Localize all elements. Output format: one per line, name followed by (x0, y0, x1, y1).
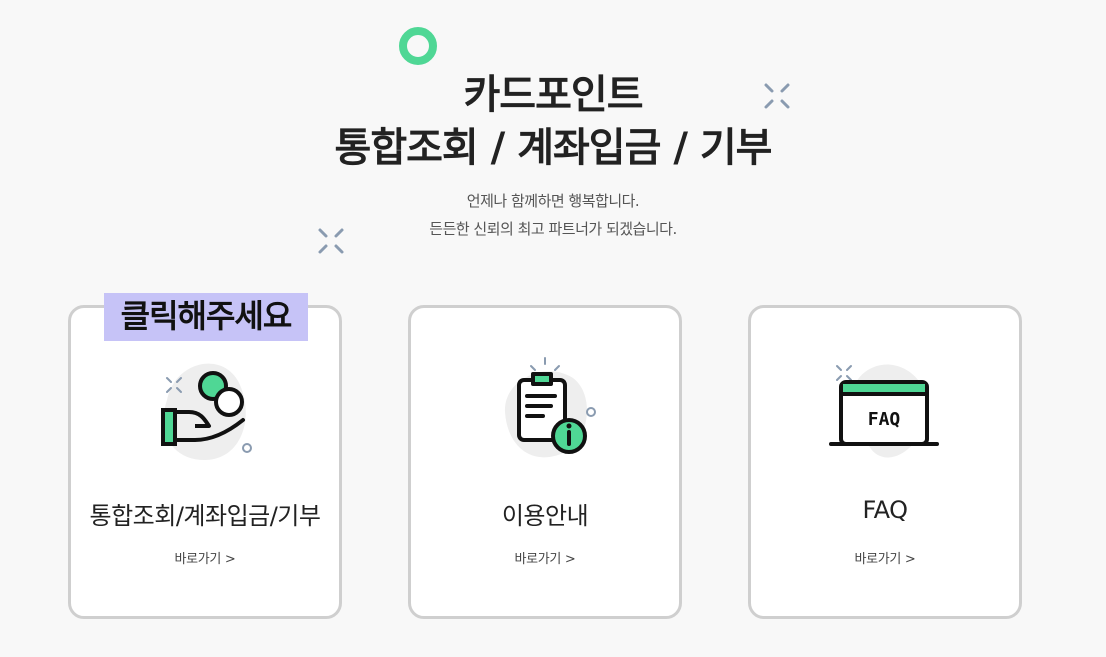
card-integrated-inquiry[interactable]: 통합조회/계좌입금/기부 바로가기 > (68, 305, 342, 619)
page-subtitle-line1: 언제나 함께하면 행복합니다. (466, 192, 640, 210)
card-title: 이용안내 (501, 502, 589, 530)
card-go-link[interactable]: 바로가기 > (71, 548, 339, 567)
card-go-link[interactable]: 바로가기 > (751, 548, 1019, 567)
clipboard-info-icon (485, 350, 605, 470)
page-title-line1: 카드포인트 (463, 72, 644, 118)
page-subtitle-line2: 든든한 신뢰의 최고 파트너가 되겠습니다. (429, 220, 677, 238)
card-title: FAQ (862, 496, 909, 524)
svg-text:FAQ: FAQ (868, 409, 901, 430)
green-ring-decoration (399, 27, 437, 65)
page-title-line2: 통합조회 / 계좌입금 / 기부 (334, 125, 773, 171)
click-hint-label: 클릭해주세요 (104, 293, 308, 341)
card-title: 통합조회/계좌입금/기부 (89, 502, 321, 530)
card-faq[interactable]: FAQ FAQ 바로가기 > (748, 305, 1022, 619)
hand-coin-icon (145, 350, 265, 470)
faq-window-icon: FAQ (825, 350, 945, 470)
card-usage-guide[interactable]: 이용안내 바로가기 > (408, 305, 682, 619)
card-go-link[interactable]: 바로가기 > (411, 548, 679, 567)
